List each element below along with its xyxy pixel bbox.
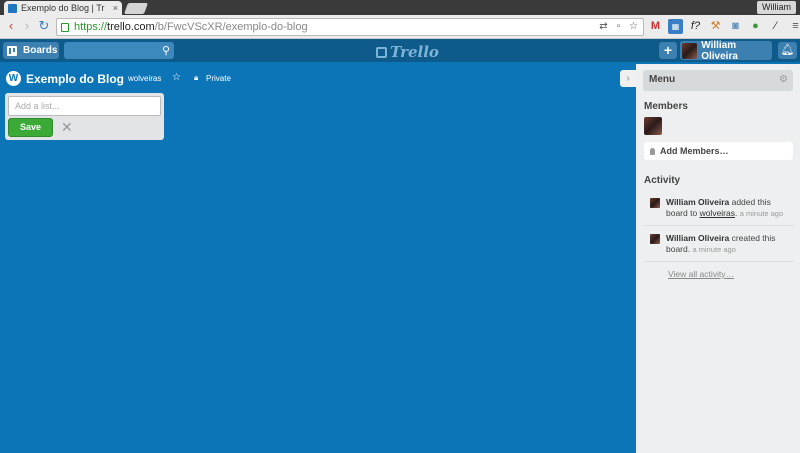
trello-logo-text: Trello [390,43,439,61]
trello-logo-icon [376,46,387,58]
new-tab-button[interactable] [123,3,149,14]
save-button[interactable]: Save [8,118,53,137]
add-list-input[interactable] [8,96,161,116]
activity-board-link[interactable]: wolveiras [700,208,735,218]
evernote-extension-icon[interactable]: ● [748,19,763,34]
translate-icon[interactable]: ⇄ [598,21,609,32]
eyedropper-extension-icon[interactable]: ⁄ [768,19,783,34]
lock-icon[interactable]: 🔒︎ [194,73,198,83]
tools-extension-icon[interactable]: ⚒ [708,19,723,34]
avatar[interactable] [650,234,660,244]
user-name: William Oliveira [701,39,738,62]
boards-label: Boards [23,45,58,56]
boards-icon [7,45,17,56]
chrome-menu-icon[interactable]: ≡ [788,19,800,34]
board-organization[interactable]: wolveiras [128,74,161,83]
board-title[interactable]: Exemplo do Blog [26,72,124,86]
reload-icon[interactable]: ↻ [37,19,51,33]
activity-item: William Oliveira created this board. a m… [650,233,790,255]
url-host: trello.com [107,21,155,33]
add-members-button[interactable]: Add Members… [644,142,793,160]
view-all-activity-link[interactable]: View all activity… [668,269,734,279]
calendar-extension-icon[interactable]: ▦ [668,19,683,34]
browser-tabstrip: Exemplo do Blog | Tr × William [0,0,800,15]
back-arrow-icon[interactable]: ‹ [4,19,18,33]
secure-lock-icon [61,22,69,32]
board-org-logo-icon[interactable]: W [6,71,21,86]
browser-profile-button[interactable]: William [757,1,796,14]
activity-divider [644,225,794,226]
add-button[interactable]: + [659,42,677,59]
activity-time[interactable]: a minute ago [692,245,735,254]
page-icon[interactable]: ▫ [613,21,624,32]
url-path: /b/FwcVScXR/exemplo-do-blog [154,21,308,33]
activity-divider [644,261,794,262]
boards-button[interactable]: Boards [3,42,59,59]
add-members-label: Add Members… [660,146,729,156]
person-icon [650,147,655,155]
board-sidebar: Menu ⚙ Members Add Members… Activity Wil… [636,64,800,453]
tab-close-icon[interactable]: × [113,3,118,13]
camera-extension-icon[interactable]: ◙ [728,19,743,34]
trello-favicon-icon [8,3,17,13]
url-scheme: https:// [74,21,108,33]
browser-tab[interactable]: Exemplo do Blog | Tr × [4,1,122,15]
address-bar[interactable]: https:// trello.com /b/FwcVScXR/exemplo-… [56,18,644,36]
close-icon[interactable]: ✕ [61,119,73,135]
notifications-bell-icon[interactable]: 🔔︎ [778,42,797,59]
activity-title: Activity [644,175,681,186]
member-avatar[interactable] [644,117,662,135]
user-menu-button[interactable]: William Oliveira [680,39,772,62]
activity-time[interactable]: a minute ago [740,209,783,218]
add-list-form: Save ✕ [5,93,164,140]
activity-text-end: . [735,208,738,218]
members-title: Members [644,101,688,112]
avatar[interactable] [650,198,660,208]
tab-title: Exemplo do Blog | Tr [21,3,105,13]
menu-title: Menu [649,74,676,85]
trello-logo[interactable]: Trello [376,43,439,61]
formula-extension-icon[interactable]: f? [688,19,703,34]
avatar [682,42,698,59]
menu-header: Menu ⚙ [643,70,793,91]
star-icon[interactable]: ☆ [172,72,181,83]
activity-item: William Oliveira added this board to wol… [650,197,790,219]
activity-member-name[interactable]: William Oliveira [666,197,729,207]
gmail-extension-icon[interactable]: M [648,19,663,34]
bookmark-star-icon[interactable]: ☆ [628,21,639,32]
search-input[interactable]: ⚲ [64,42,174,59]
trello-header: Boards ⚲ Trello + William Oliveira 🔔︎ [0,39,800,62]
forward-arrow-icon[interactable]: › [20,19,34,33]
board-visibility[interactable]: Private [206,74,231,83]
sidebar-collapse-chevron-icon[interactable]: › [620,70,636,87]
search-icon[interactable]: ⚲ [162,44,170,57]
gear-icon[interactable]: ⚙ [779,74,788,85]
browser-toolbar: ‹ › ↻ https:// trello.com /b/FwcVScXR/ex… [0,15,800,39]
activity-member-name[interactable]: William Oliveira [666,233,729,243]
